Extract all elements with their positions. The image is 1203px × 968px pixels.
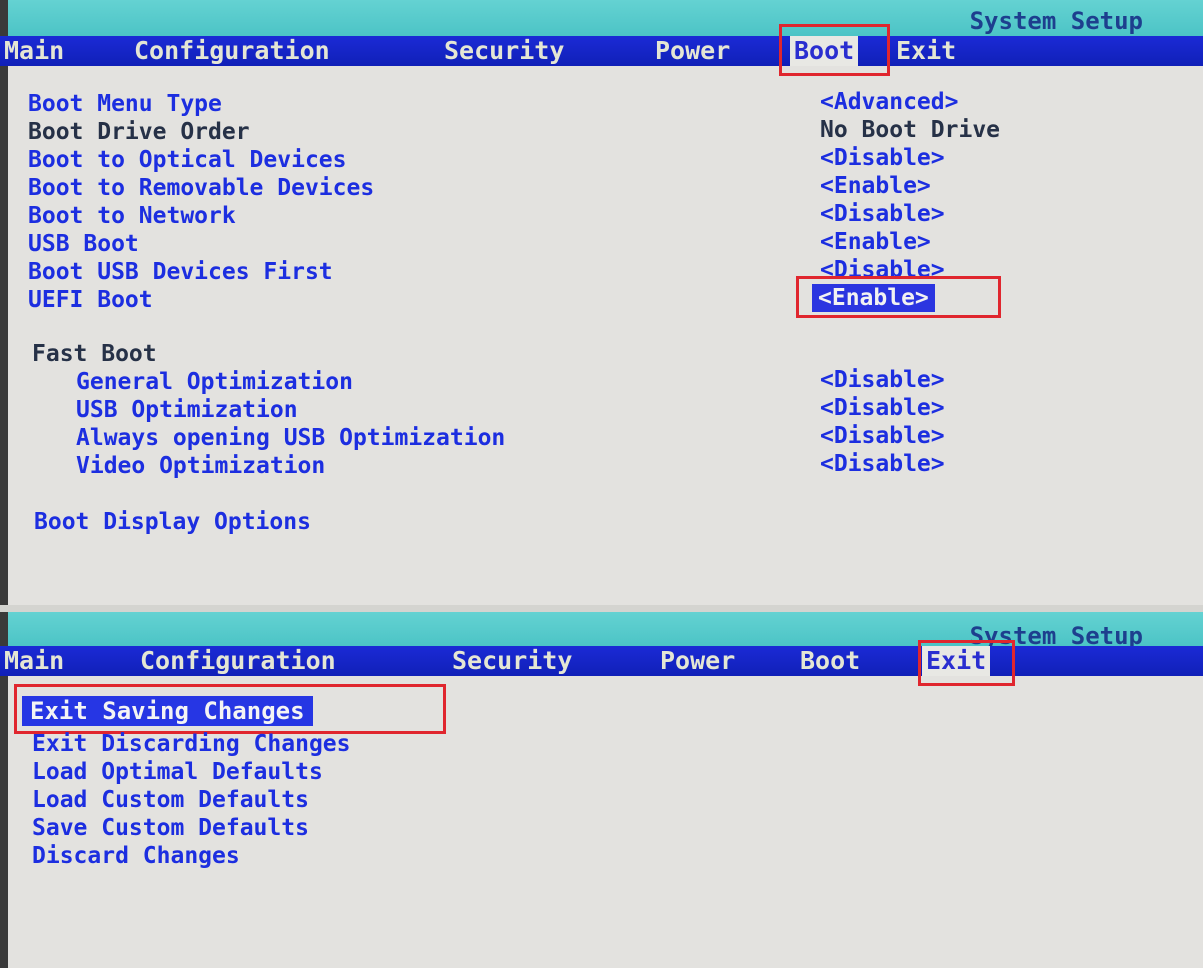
boot-usb-first-value[interactable]: <Disable> (820, 256, 945, 284)
tab-main[interactable]: Main (4, 36, 64, 66)
boot-optical-label[interactable]: Boot to Optical Devices (28, 146, 347, 174)
bios-exit-screen: System Setup Main Configuration Security… (0, 612, 1203, 968)
boot-drive-order-label[interactable]: Boot Drive Order (28, 118, 250, 146)
tab-power[interactable]: Power (655, 36, 730, 66)
video-optimization-value[interactable]: <Disable> (820, 450, 945, 478)
tab-security[interactable]: Security (452, 646, 572, 676)
boot-optical-value[interactable]: <Disable> (820, 144, 945, 172)
screen-edge-shadow (0, 0, 8, 605)
boot-drive-order-value: No Boot Drive (820, 117, 1001, 143)
tab-configuration[interactable]: Configuration (140, 646, 336, 676)
system-setup-title: System Setup (969, 7, 1143, 35)
boot-network-value[interactable]: <Disable> (820, 200, 945, 228)
general-optimization-value[interactable]: <Disable> (820, 366, 945, 394)
boot-usb-first-label[interactable]: Boot USB Devices First (28, 258, 333, 286)
uefi-boot-value-selected[interactable]: <Enable> (812, 284, 935, 312)
usb-optimization-value[interactable]: <Disable> (820, 394, 945, 422)
boot-removable-label[interactable]: Boot to Removable Devices (28, 174, 374, 202)
tab-exit[interactable]: Exit (922, 646, 991, 676)
save-custom-defaults[interactable]: Save Custom Defaults (32, 814, 309, 842)
tab-configuration[interactable]: Configuration (134, 36, 330, 66)
usb-boot-label[interactable]: USB Boot (28, 230, 139, 258)
boot-menu-type-value[interactable]: <Advanced> (820, 88, 958, 116)
title-band: System Setup (8, 0, 1203, 36)
always-usb-optimization-label[interactable]: Always opening USB Optimization (76, 424, 505, 452)
usb-optimization-label[interactable]: USB Optimization (76, 396, 298, 424)
tab-security[interactable]: Security (444, 36, 564, 66)
usb-boot-value[interactable]: <Enable> (820, 228, 931, 256)
tab-boot[interactable]: Boot (800, 646, 860, 676)
general-optimization-label[interactable]: General Optimization (76, 368, 353, 396)
load-custom-defaults[interactable]: Load Custom Defaults (32, 786, 309, 814)
boot-menu-type-label[interactable]: Boot Menu Type (28, 90, 222, 118)
always-usb-optimization-value[interactable]: <Disable> (820, 422, 945, 450)
tab-exit[interactable]: Exit (896, 36, 956, 66)
bios-boot-screen: System Setup Main Configuration Security… (0, 0, 1203, 605)
fast-boot-heading: Fast Boot (32, 341, 157, 367)
menu-bar: Main Configuration Security Power Boot E… (0, 36, 1203, 66)
uefi-boot-label[interactable]: UEFI Boot (28, 286, 153, 314)
exit-discarding-changes[interactable]: Exit Discarding Changes (32, 730, 351, 758)
boot-removable-value[interactable]: <Enable> (820, 172, 931, 200)
title-band: System Setup (8, 612, 1203, 650)
load-optimal-defaults[interactable]: Load Optimal Defaults (32, 758, 323, 786)
tab-main[interactable]: Main (4, 646, 64, 676)
boot-display-options-link[interactable]: Boot Display Options (34, 508, 311, 536)
menu-bar: Main Configuration Security Power Boot E… (0, 646, 1203, 676)
video-optimization-label[interactable]: Video Optimization (76, 452, 325, 480)
system-setup-title: System Setup (969, 622, 1143, 650)
tab-power[interactable]: Power (660, 646, 735, 676)
boot-network-label[interactable]: Boot to Network (28, 202, 236, 230)
exit-saving-changes-selected[interactable]: Exit Saving Changes (22, 696, 313, 726)
tab-boot[interactable]: Boot (790, 36, 859, 66)
discard-changes[interactable]: Discard Changes (32, 842, 240, 870)
